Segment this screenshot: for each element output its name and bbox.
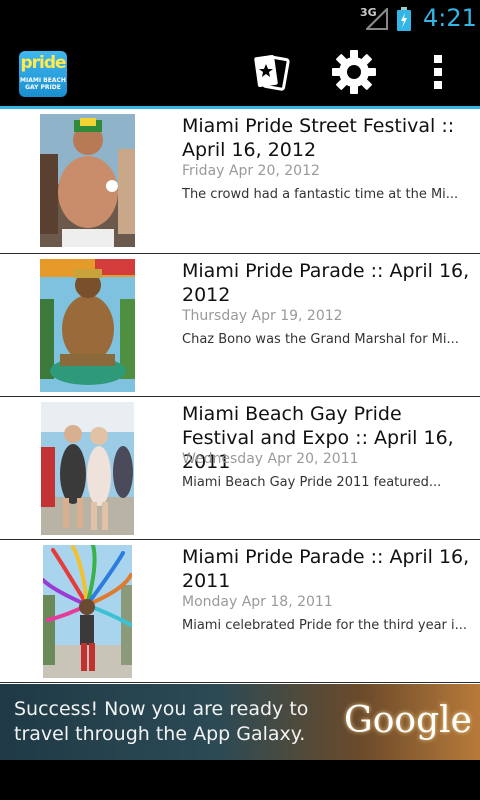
ad-brand-logo: Google (344, 700, 472, 741)
overflow-menu-button[interactable] (408, 38, 468, 106)
list-item[interactable]: Miami Pride Parade :: April 16, 2012 Thu… (0, 254, 480, 397)
thumbnail-image (43, 545, 132, 678)
clock: 4:21 (423, 4, 477, 32)
overflow-menu-icon (434, 55, 442, 89)
thumbnail-image (40, 114, 135, 247)
ad-banner[interactable]: Success! Now you are ready to travel thr… (0, 684, 480, 760)
item-date: Monday Apr 18, 2011 (182, 594, 333, 610)
status-bar: 3G 4:21 (0, 0, 480, 38)
cards-icon (254, 55, 290, 91)
item-title: Miami Pride Parade :: April 16, 2011 (182, 546, 470, 592)
cards-button[interactable] (240, 38, 300, 106)
item-date: Wednesday Apr 20, 2011 (182, 451, 359, 467)
feed-list[interactable]: Miami Pride Street Festival :: April 16,… (0, 109, 480, 684)
ad-text: Success! Now you are ready to travel thr… (14, 698, 309, 745)
list-item[interactable]: Miami Beach Gay Pride Festival and Expo … (0, 397, 480, 540)
item-snippet: Miami Beach Gay Pride 2011 featured... (182, 475, 442, 490)
thumbnail-image (41, 402, 134, 535)
list-item[interactable]: Miami Pride Street Festival :: April 16,… (0, 109, 480, 254)
gear-icon (332, 50, 376, 94)
item-title: Miami Pride Street Festival :: April 16,… (182, 115, 455, 161)
item-date: Thursday Apr 19, 2012 (182, 308, 343, 324)
item-title: Miami Pride Parade :: April 16, 2012 (182, 260, 470, 306)
signal-icon (366, 8, 388, 30)
item-snippet: The crowd had a fantastic time at the Mi… (182, 187, 459, 202)
action-bar: pride MIAMI BEACH GAY PRIDE (0, 38, 480, 109)
thumbnail-image (40, 259, 135, 392)
navigation-bar (0, 760, 480, 800)
app-logo[interactable]: pride MIAMI BEACH GAY PRIDE (19, 51, 67, 97)
item-snippet: Chaz Bono was the Grand Marshal for Mi..… (182, 332, 459, 347)
item-date: Friday Apr 20, 2012 (182, 163, 320, 179)
item-snippet: Miami celebrated Pride for the third yea… (182, 618, 468, 633)
settings-button[interactable] (324, 38, 384, 106)
battery-icon (397, 7, 411, 31)
list-item[interactable]: Miami Pride Parade :: April 16, 2011 Mon… (0, 540, 480, 683)
